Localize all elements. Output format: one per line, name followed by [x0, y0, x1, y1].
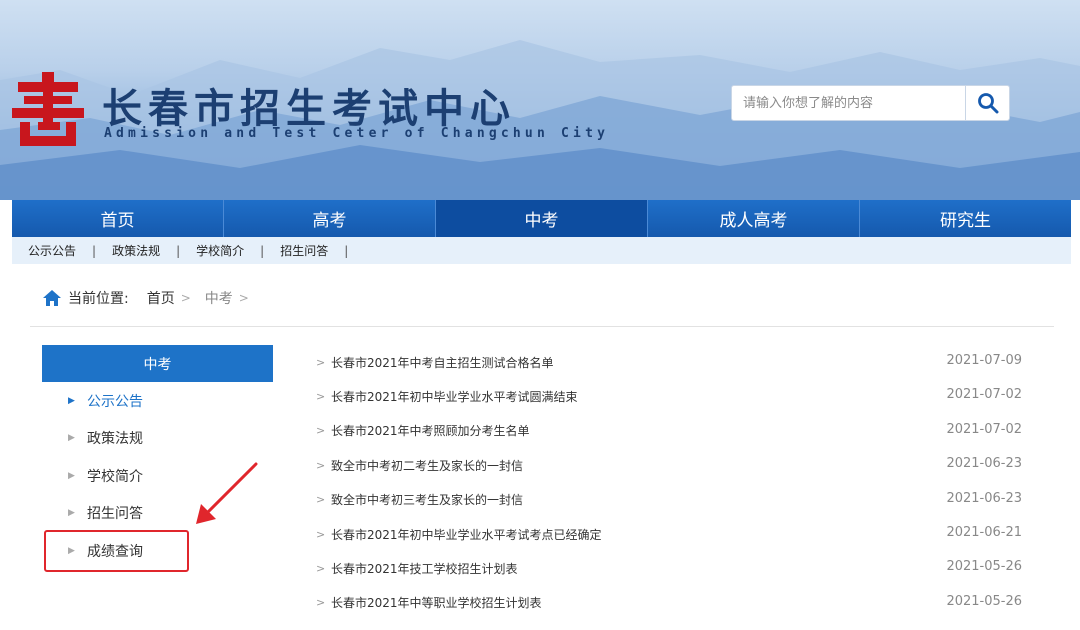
news-date: 2021-07-09 [946, 353, 1022, 368]
subnav-item-schools[interactable]: 学校简介 [196, 242, 244, 259]
news-date: 2021-06-21 [946, 524, 1022, 540]
news-date: 2021-06-23 [946, 490, 1022, 506]
search-box [731, 85, 1010, 121]
news-item[interactable]: > 长春市2021年技工学校招生计划表 2021-05-26 [316, 551, 1022, 585]
annotation-arrow-icon [196, 462, 258, 524]
news-title[interactable]: 致全市中考初三考生及家长的一封信 [331, 491, 523, 508]
nav-item-graduate[interactable]: 研究生 [860, 200, 1071, 237]
breadcrumb-home[interactable]: 首页 [147, 288, 175, 308]
bullet-icon: > [316, 458, 326, 472]
news-item[interactable]: > 长春市2021年中考照顾加分考生名单 2021-07-02 [316, 414, 1022, 448]
nav-item-home[interactable]: 首页 [12, 200, 224, 237]
caret-right-icon: ▶ [68, 395, 75, 406]
search-input[interactable] [732, 86, 966, 120]
header-banner: 长春市招生考试中心 Admission and Test Ceter of Ch… [0, 0, 1080, 200]
subnav-separator: | [176, 243, 181, 258]
sub-nav: 公示公告 | 政策法规 | 学校简介 | 招生问答 | [12, 237, 1071, 264]
news-title[interactable]: 长春市2021年中考照顾加分考生名单 [331, 422, 530, 439]
subnav-item-announcements[interactable]: 公示公告 [28, 242, 76, 259]
news-title[interactable]: 长春市2021年技工学校招生计划表 [331, 560, 518, 577]
search-button[interactable] [965, 86, 1009, 120]
news-title[interactable]: 长春市2021年初中毕业学业水平考试圆满结束 [331, 388, 578, 405]
breadcrumb: 当前位置: 首页 > 中考 > [42, 288, 249, 308]
sidebar-item-label: 学校简介 [87, 468, 143, 485]
news-title[interactable]: 长春市2021年中等职业学校招生计划表 [331, 594, 542, 611]
caret-right-icon: ▶ [68, 508, 75, 519]
news-item[interactable]: > 长春市2021年中等职业学校招生计划表 2021-05-26 [316, 586, 1022, 620]
breadcrumb-prefix: 当前位置: [68, 291, 129, 307]
news-item[interactable]: > 致全市中考初三考生及家长的一封信 2021-06-23 [316, 483, 1022, 517]
sidebar-item-policies[interactable]: ▶ 政策法规 [42, 420, 273, 458]
sidebar-item-label: 公示公告 [87, 393, 143, 410]
news-date: 2021-06-23 [946, 456, 1022, 472]
breadcrumb-separator: > [238, 291, 249, 305]
nav-item-zhongkao[interactable]: 中考 [436, 200, 648, 237]
sidebar-item-label: 政策法规 [87, 431, 143, 448]
news-date: 2021-07-02 [946, 387, 1022, 403]
news-date: 2021-05-26 [946, 559, 1022, 575]
news-date: 2021-07-02 [946, 421, 1022, 437]
caret-right-icon: ▶ [68, 470, 75, 481]
bullet-icon: > [316, 527, 326, 541]
news-title[interactable]: 长春市2021年中考自主招生测试合格名单 [331, 354, 554, 371]
news-item[interactable]: > 长春市2021年初中毕业学业水平考试考点已经确定 2021-06-21 [316, 517, 1022, 551]
breadcrumb-zhongkao[interactable]: 中考 [205, 288, 233, 308]
news-item[interactable]: > 致全市中考初二考生及家长的一封信 2021-06-23 [316, 448, 1022, 482]
search-icon [977, 93, 999, 114]
news-item[interactable]: > 长春市2021年中考自主招生测试合格名单 2021-07-09 [316, 345, 1022, 379]
subnav-item-policies[interactable]: 政策法规 [112, 242, 160, 259]
sidebar-item-label: 招生问答 [87, 506, 143, 523]
divider [30, 326, 1054, 327]
breadcrumb-separator: > [180, 291, 191, 305]
caret-right-icon: ▶ [68, 433, 75, 444]
bullet-icon: > [316, 493, 326, 507]
news-title[interactable]: 致全市中考初二考生及家长的一封信 [331, 457, 523, 474]
site-subtitle: Admission and Test Ceter of Changchun Ci… [104, 126, 610, 141]
bullet-icon: > [316, 596, 326, 610]
sidebar-heading: 中考 [42, 345, 273, 382]
news-item[interactable]: > 长春市2021年初中毕业学业水平考试圆满结束 2021-07-02 [316, 379, 1022, 413]
annotation-highlight-box [44, 530, 189, 572]
subnav-separator: | [344, 243, 349, 258]
news-list: > 长春市2021年中考自主招生测试合格名单 2021-07-09 > 长春市2… [316, 345, 1022, 620]
home-icon [43, 290, 61, 306]
bullet-icon: > [316, 390, 326, 404]
logo-icon [12, 72, 84, 146]
subnav-separator: | [260, 243, 265, 258]
bullet-icon: > [316, 424, 326, 438]
subnav-separator: | [92, 243, 97, 258]
bullet-icon: > [316, 562, 326, 576]
nav-item-adult-exam[interactable]: 成人高考 [648, 200, 860, 237]
main-nav: 首页 高考 中考 成人高考 研究生 [12, 200, 1071, 237]
bullet-icon: > [316, 355, 326, 369]
subnav-item-qa[interactable]: 招生问答 [280, 242, 328, 259]
nav-item-gaokao[interactable]: 高考 [224, 200, 436, 237]
news-date: 2021-05-26 [946, 593, 1022, 609]
news-title[interactable]: 长春市2021年初中毕业学业水平考试考点已经确定 [331, 526, 602, 543]
sidebar-item-announcements[interactable]: ▶ 公示公告 [42, 382, 273, 420]
